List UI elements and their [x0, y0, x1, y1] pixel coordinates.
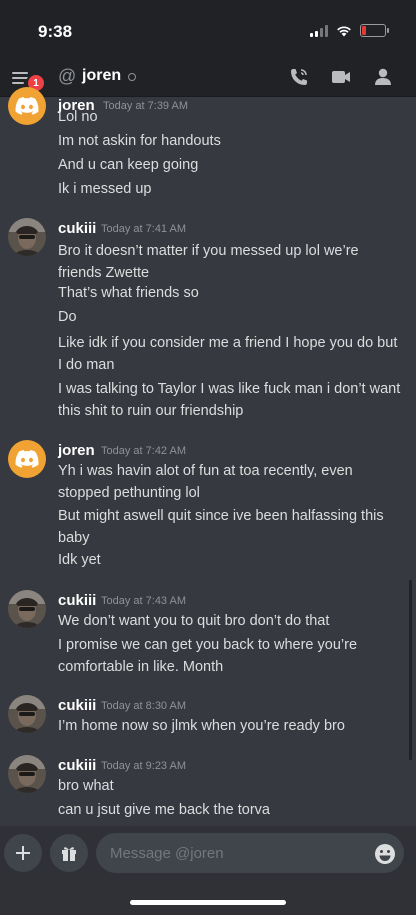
- user-photo-icon: [8, 695, 46, 733]
- discord-logo-icon: [15, 97, 39, 115]
- avatar[interactable]: [8, 695, 46, 733]
- user-photo-icon: [8, 755, 46, 793]
- message-timestamp: Today at 8:30 AM: [101, 700, 186, 712]
- message-author[interactable]: cukiii: [58, 592, 96, 609]
- message-text[interactable]: We don’t want you to quit bro don’t do t…: [58, 610, 403, 632]
- wifi-icon: [337, 25, 351, 36]
- message-text[interactable]: And u can keep going: [58, 154, 403, 176]
- avatar[interactable]: [8, 87, 46, 125]
- message-author[interactable]: joren: [58, 442, 95, 459]
- message-timestamp: Today at 7:41 AM: [101, 223, 186, 235]
- message-text[interactable]: I was talking to Taylor I was like fuck …: [58, 378, 403, 422]
- message-timestamp: Today at 9:23 AM: [101, 760, 186, 772]
- avatar[interactable]: [8, 590, 46, 628]
- attach-button[interactable]: [4, 834, 42, 872]
- status-icons: [310, 24, 389, 37]
- message-text[interactable]: Idk yet: [58, 549, 403, 571]
- video-call-icon[interactable]: [330, 66, 352, 88]
- message-text[interactable]: I promise we can get you back to where y…: [58, 634, 403, 678]
- cellular-signal-icon: [310, 24, 328, 37]
- message-text[interactable]: I’m home now so jlmk when you’re ready b…: [58, 715, 403, 737]
- members-icon[interactable]: [372, 66, 394, 88]
- message-author[interactable]: cukiii: [58, 697, 96, 714]
- dm-at-icon: @: [58, 66, 77, 86]
- gift-button[interactable]: [50, 834, 88, 872]
- plus-icon: [16, 846, 30, 860]
- message-text[interactable]: Like idk if you consider me a friend I h…: [58, 332, 403, 376]
- message-text[interactable]: bro what: [58, 775, 403, 797]
- message-timestamp: Today at 7:43 AM: [101, 595, 186, 607]
- avatar[interactable]: [8, 755, 46, 793]
- gift-icon: [62, 847, 76, 861]
- offline-status-icon: [128, 73, 136, 81]
- status-time: 9:38: [38, 22, 73, 41]
- message-text[interactable]: Bro it doesn’t matter if you messed up l…: [58, 240, 403, 284]
- message-text[interactable]: Yh i was havin alot of fun at toa recent…: [58, 460, 403, 504]
- message-text[interactable]: Do: [58, 306, 403, 328]
- scrollbar[interactable]: [409, 580, 412, 760]
- avatar[interactable]: [8, 218, 46, 256]
- discord-logo-icon: [15, 450, 39, 468]
- message-text[interactable]: Lol no: [58, 106, 403, 128]
- message-text[interactable]: Im not askin for handouts: [58, 130, 403, 152]
- message-text[interactable]: But might aswell quit since ive been hal…: [58, 505, 403, 549]
- voice-call-icon[interactable]: [288, 66, 310, 88]
- avatar[interactable]: [8, 440, 46, 478]
- message-input[interactable]: [96, 833, 404, 873]
- message-author[interactable]: cukiii: [58, 220, 96, 237]
- message-text[interactable]: Ik i messed up: [58, 178, 403, 200]
- user-photo-icon: [8, 590, 46, 628]
- user-photo-icon: [8, 218, 46, 256]
- emoji-icon[interactable]: [374, 843, 396, 865]
- message-timestamp: Today at 7:42 AM: [101, 445, 186, 457]
- message-author[interactable]: cukiii: [58, 757, 96, 774]
- battery-icon: [360, 24, 389, 37]
- status-bar: 9:38: [0, 0, 416, 60]
- message-text[interactable]: can u jsut give me back the torva: [58, 799, 403, 821]
- channel-name: joren: [82, 67, 122, 84]
- home-indicator: [130, 900, 286, 905]
- message-text[interactable]: That’s what friends so: [58, 282, 403, 304]
